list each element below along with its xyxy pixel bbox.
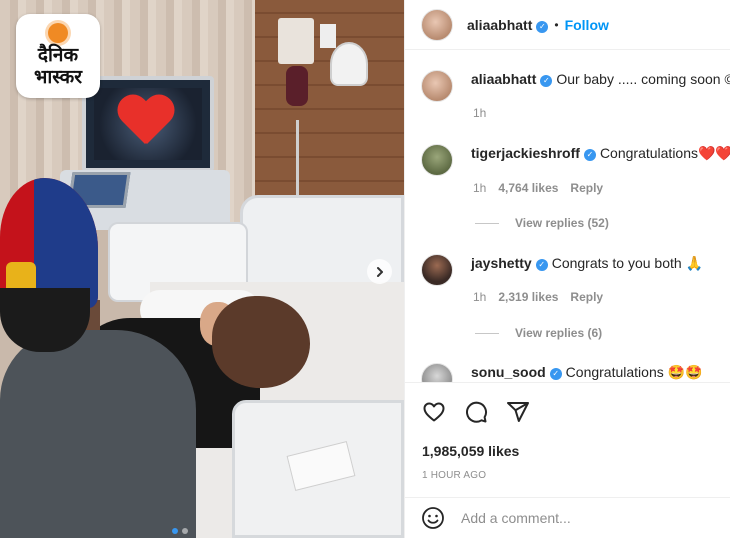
wall-device xyxy=(286,66,308,106)
paper-plane-icon xyxy=(507,402,529,422)
comment-username[interactable]: sonu_sood xyxy=(471,364,546,380)
post-actions xyxy=(405,384,730,440)
comment-meta: 1h 2,319 likes Reply xyxy=(473,290,603,304)
caption-row: aliaabhatt ✓ Our baby ..... coming soon © xyxy=(421,70,730,102)
like-button[interactable] xyxy=(421,399,447,425)
chevron-right-icon xyxy=(376,266,383,277)
comment-text: Congratulations❤️❤️ xyxy=(599,145,730,161)
post-photo[interactable]: दैनिक भास्कर xyxy=(0,0,404,538)
heart-outline-icon xyxy=(423,402,445,422)
caption-username[interactable]: aliaabhatt xyxy=(471,71,536,87)
author-avatar[interactable] xyxy=(421,70,453,102)
verified-badge-icon: ✓ xyxy=(549,368,562,380)
smiley-icon[interactable] xyxy=(421,506,445,530)
dainik-bhaskar-logo: दैनिक भास्कर xyxy=(16,14,100,98)
oxygen-gauge xyxy=(330,42,368,86)
caption-time: 1h xyxy=(473,106,487,120)
comment-username[interactable]: jayshetty xyxy=(471,255,532,271)
verified-badge-icon: ✓ xyxy=(540,75,553,87)
comment-likes[interactable]: 4,764 likes xyxy=(498,181,558,195)
view-replies-button[interactable]: View replies (6) xyxy=(475,326,602,340)
comment-time: 1h xyxy=(473,290,487,304)
reply-button[interactable]: Reply xyxy=(570,290,603,304)
comment-text: Congratulations 🤩🤩 xyxy=(565,364,703,380)
comment: sonu_sood ✓ Congratulations 🤩🤩 xyxy=(471,363,703,382)
divider-line xyxy=(475,222,499,224)
caption: aliaabhatt ✓ Our baby ..... coming soon © xyxy=(471,70,730,102)
man-shirt xyxy=(0,330,196,538)
commenter-avatar[interactable] xyxy=(421,254,453,286)
separator-dot: • xyxy=(554,17,559,32)
comment-row: sonu_sood ✓ Congratulations 🤩🤩 xyxy=(421,363,730,382)
carousel-next-button[interactable] xyxy=(367,259,392,284)
author-username[interactable]: aliaabhatt ✓ xyxy=(467,17,549,33)
comment-likes[interactable]: 2,319 likes xyxy=(498,290,558,304)
comment-row: tigerjackieshroff ✓ Congratulations❤️❤️ xyxy=(421,144,730,176)
post-header: aliaabhatt ✓ • Follow xyxy=(405,0,730,50)
commenter-avatar[interactable] xyxy=(421,144,453,176)
comment-button[interactable] xyxy=(463,399,489,425)
comments-list[interactable]: aliaabhatt ✓ Our baby ..... coming soon © … xyxy=(405,50,730,383)
comment-row: jayshetty ✓ Congrats to you both 🙏 xyxy=(421,254,730,286)
caption-text: Our baby ..... coming soon © xyxy=(556,71,730,87)
view-replies-button[interactable]: View replies (52) xyxy=(475,216,609,230)
comment: tigerjackieshroff ✓ Congratulations❤️❤️ xyxy=(471,144,730,176)
verified-badge-icon: ✓ xyxy=(536,20,549,33)
carousel-dot[interactable] xyxy=(182,528,188,534)
carousel-dots xyxy=(172,528,188,534)
logo-text-line1: दैनिक xyxy=(37,44,79,66)
logo-text-line2: भास्कर xyxy=(33,66,83,88)
comment: jayshetty ✓ Congrats to you both 🙏 xyxy=(471,254,703,286)
wall-socket-panel xyxy=(278,18,314,64)
add-comment-input[interactable] xyxy=(461,510,691,526)
comment-text: Congrats to you both 🙏 xyxy=(551,255,703,271)
wall-switch xyxy=(320,24,336,48)
post-timestamp[interactable]: 1 HOUR AGO xyxy=(422,470,486,481)
follow-button[interactable]: Follow xyxy=(565,17,609,33)
likes-count[interactable]: 1,985,059 likes xyxy=(422,443,519,459)
verified-badge-icon: ✓ xyxy=(535,259,548,271)
view-replies-label: View replies (52) xyxy=(515,216,609,230)
heart-emoji-icon xyxy=(116,96,176,152)
add-comment-bar xyxy=(405,497,730,538)
author-avatar[interactable] xyxy=(421,8,453,41)
sun-icon xyxy=(48,23,68,43)
caption-meta: 1h xyxy=(473,106,486,120)
divider-line xyxy=(475,332,499,334)
view-replies-label: View replies (6) xyxy=(515,326,603,340)
post-details-panel: aliaabhatt ✓ • Follow aliaabhatt ✓ Our baby… xyxy=(404,0,730,538)
speech-bubble-icon xyxy=(466,401,488,423)
share-button[interactable] xyxy=(505,399,531,425)
commenter-avatar[interactable] xyxy=(421,363,453,382)
reply-button[interactable]: Reply xyxy=(570,181,603,195)
comment-username[interactable]: tigerjackieshroff xyxy=(471,145,580,161)
verified-badge-icon: ✓ xyxy=(583,149,596,161)
comment-meta: 1h 4,764 likes Reply xyxy=(473,181,603,195)
patient-hair xyxy=(212,296,310,388)
carousel-dot[interactable] xyxy=(172,528,178,534)
comment-time: 1h xyxy=(473,181,487,195)
